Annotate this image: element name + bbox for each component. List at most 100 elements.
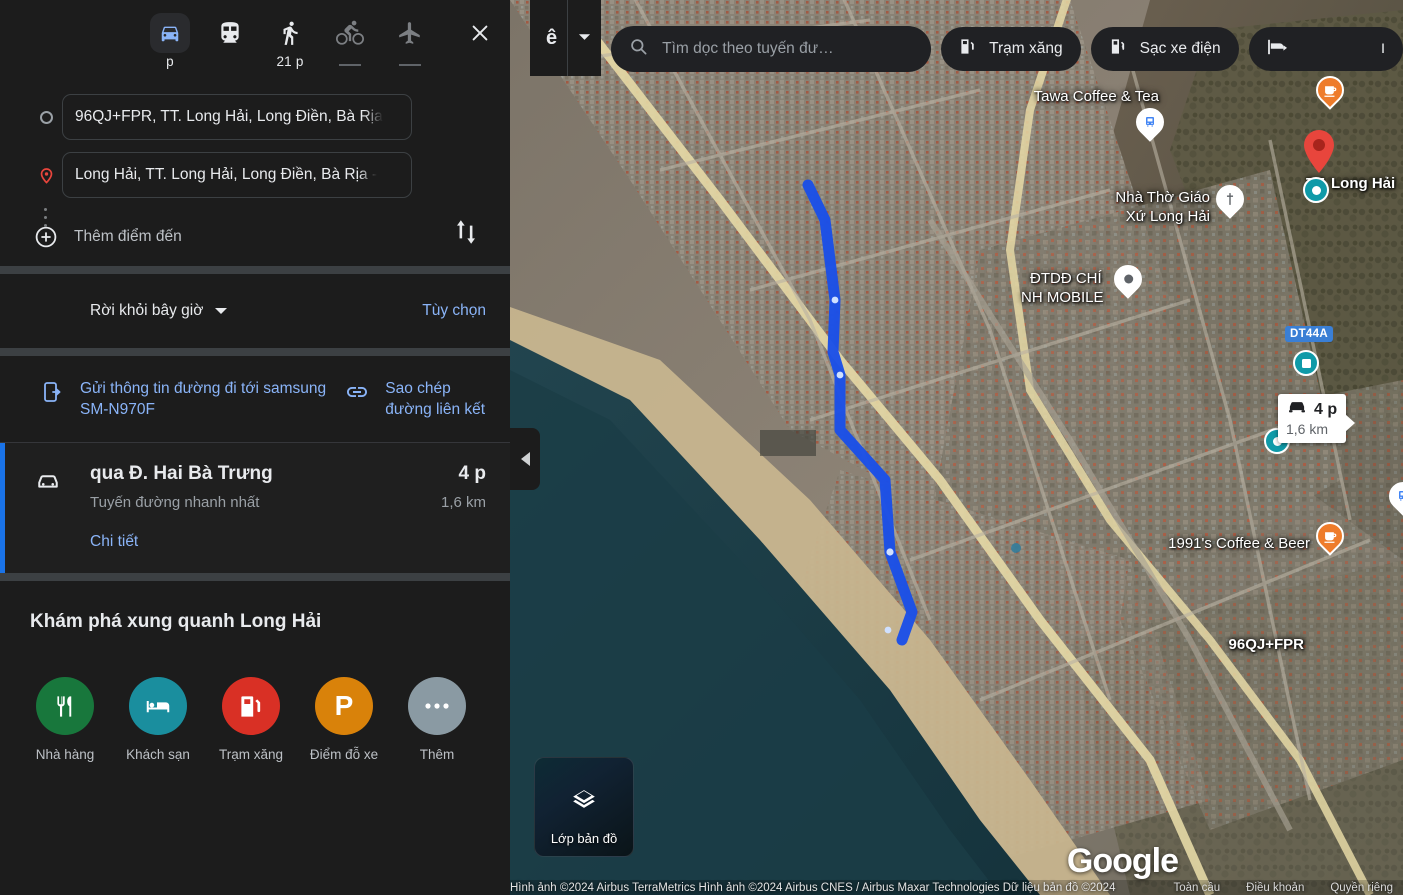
explore-chip-more-label: Thêm: [419, 747, 455, 762]
hotel-bed-icon: [1267, 38, 1289, 61]
route-details-link[interactable]: Chi tiết: [90, 533, 441, 551]
chevron-down-icon[interactable]: [578, 29, 591, 47]
chevron-left-icon: [520, 452, 530, 466]
travel-mode-flight-unavailable: [399, 64, 421, 66]
map-chip-gas-station-label: Trạm xăng: [989, 40, 1063, 57]
travel-mode-transit[interactable]: [200, 10, 260, 54]
swap-endpoints-button[interactable]: [446, 212, 486, 252]
travel-mode-flight[interactable]: [380, 10, 440, 66]
route-dots-decoration: [44, 208, 47, 227]
explore-chip-hotels-label: Khách sạn: [126, 747, 190, 762]
map-chip-gas-station[interactable]: Trạm xăng: [941, 27, 1081, 71]
google-watermark: Google: [1066, 842, 1179, 880]
destination-input[interactable]: Long Hải, TT. Long Hải, Long Điền, Bà Rị…: [62, 152, 412, 198]
footer-link-global[interactable]: Toàn cầu: [1173, 882, 1220, 894]
explore-chip-row: Nhà hàng Khách sạn Trạm xăng P Điểm đỗ x…: [30, 677, 510, 762]
endpoints-section: 96QJ+FPR, TT. Long Hải, Long Điền, Bà Rị…: [0, 84, 510, 266]
route-result-card[interactable]: qua Đ. Hai Bà Trưng Tuyến đường nhanh nh…: [0, 443, 510, 573]
poi-marker-cafe[interactable]: [1310, 70, 1350, 110]
poi-marker-transit[interactable]: [1293, 350, 1319, 376]
copy-link-label: Sao chép đường liên kết: [385, 380, 486, 418]
chevron-down-icon: [215, 308, 228, 314]
route-bubble-duration: 4 p: [1314, 400, 1338, 418]
car-icon: [5, 463, 90, 551]
car-icon: [150, 10, 190, 56]
layers-icon: [571, 788, 597, 819]
map-label: Nhà Thờ Giáo: [1115, 189, 1210, 206]
explore-chip-parking[interactable]: P Điểm đỗ xe: [309, 677, 379, 762]
explore-chip-parking-label: Điểm đỗ xe: [309, 747, 379, 762]
route-options-link[interactable]: Tùy chọn: [422, 302, 486, 320]
travel-mode-cycling-unavailable: [339, 64, 361, 66]
gas-station-icon: [959, 37, 978, 61]
search-along-route-input[interactable]: Tìm dọc theo tuyến đư…: [611, 26, 932, 72]
origin-input-value: 96QJ+FPR, TT. Long Hải, Long Điền, Bà Rị…: [75, 108, 383, 125]
close-directions-button[interactable]: [450, 10, 510, 56]
explore-chip-restaurants[interactable]: Nhà hàng: [30, 677, 100, 762]
destination-map-pin[interactable]: [1296, 127, 1342, 187]
route-subtitle: Tuyến đường nhanh nhất: [90, 494, 260, 511]
gas-icon: [222, 677, 280, 735]
map-chip-ev-charging[interactable]: Sạc xe điện: [1090, 27, 1239, 71]
collapse-sidebar-button[interactable]: [510, 428, 540, 490]
send-to-phone-icon: [40, 378, 66, 409]
route-metrics: 4 p 1,6 km: [441, 463, 486, 551]
poi-marker-bus-stop[interactable]: [1383, 476, 1403, 516]
poi-marker-shop[interactable]: [1108, 259, 1148, 299]
plane-icon: [397, 10, 423, 56]
link-icon: [345, 378, 371, 409]
send-to-phone-button[interactable]: Gửi thông tin đường đi tới samsung SM-N9…: [18, 378, 341, 420]
add-destination-button[interactable]: Thêm điểm đến: [0, 208, 510, 266]
explore-chip-more[interactable]: Thêm: [402, 677, 472, 762]
maps-app: p 21 p 96QJ+FPR, TT. Long Hải, Long Điền…: [0, 0, 1403, 895]
map-canvas[interactable]: ê Tìm dọc theo tuyến đư… Trạm xăng Sạc x…: [510, 0, 1403, 895]
explore-chip-gas[interactable]: Trạm xăng: [216, 677, 286, 762]
parking-icon: P: [315, 677, 373, 735]
route-bubble-distance: 1,6 km: [1286, 421, 1329, 437]
explore-chip-hotels[interactable]: Khách sạn: [123, 677, 193, 762]
poi-marker-church[interactable]: [1210, 179, 1250, 219]
destination-input-value: Long Hải, TT. Long Hải, Long Điền, Bà Rị…: [75, 166, 378, 183]
more-icon: [408, 677, 466, 735]
route-title: qua Đ. Hai Bà Trưng: [90, 463, 273, 484]
ev-charge-icon: [1109, 37, 1129, 61]
origin-circle-icon: [30, 110, 62, 124]
bubble-pointer: [1345, 414, 1356, 432]
map-chip-hotels-label: ו: [1380, 40, 1385, 57]
send-to-phone-label: Gửi thông tin đường đi tới samsung SM-N9…: [80, 380, 327, 418]
copy-link-button[interactable]: Sao chép đường liên kết: [345, 378, 492, 420]
plus-circle-icon: [30, 225, 62, 249]
travel-mode-bar: p 21 p: [0, 0, 510, 84]
map-label: Tawa Coffee & Tea: [1033, 88, 1159, 105]
map-chip-ev-charging-label: Sạc xe điện: [1139, 40, 1221, 57]
map-layers-button[interactable]: Lớp bản đồ: [534, 757, 634, 857]
explore-nearby-section: Khám phá xung quanh Long Hải Nhà hàng Kh…: [0, 581, 510, 762]
origin-row: 96QJ+FPR, TT. Long Hải, Long Điền, Bà Rị…: [0, 92, 510, 142]
travel-mode-walking[interactable]: 21 p: [260, 10, 320, 69]
train-icon: [217, 10, 243, 56]
footer-link-privacy[interactable]: Quyền riêng: [1330, 882, 1393, 894]
map-layers-label: Lớp bản đồ: [550, 831, 618, 846]
restaurant-icon: [36, 677, 94, 735]
travel-mode-cycling[interactable]: [320, 10, 380, 66]
poi-marker-cafe[interactable]: [1310, 516, 1350, 556]
departure-time-selector[interactable]: Rời khỏi bây giờ: [90, 302, 228, 320]
footer-link-terms[interactable]: Điều khoản: [1246, 882, 1304, 894]
explore-chip-gas-label: Trạm xăng: [218, 747, 284, 762]
bicycle-icon: [336, 10, 364, 56]
origin-input[interactable]: 96QJ+FPR, TT. Long Hải, Long Điền, Bà Rị…: [62, 94, 412, 140]
departure-time-label: Rời khỏi bây giờ: [90, 302, 204, 319]
language-selector[interactable]: ê: [530, 0, 602, 76]
hotel-icon: [129, 677, 187, 735]
poi-marker-bus-stop[interactable]: [1130, 102, 1170, 142]
footer-links: Toàn cầu Điều khoản Quyền riêng: [1173, 882, 1403, 894]
share-row: Gửi thông tin đường đi tới samsung SM-N9…: [0, 356, 510, 442]
divider: [0, 348, 510, 356]
map-label: Xứ Long Hải: [1125, 208, 1210, 225]
language-badge: ê: [546, 26, 558, 49]
route-duration: 4 p: [458, 463, 486, 484]
map-chip-hotels[interactable]: ו: [1248, 27, 1403, 71]
route-duration-bubble[interactable]: 4 p 1,6 km: [1278, 394, 1356, 443]
travel-mode-driving-label: p: [166, 54, 174, 69]
travel-mode-driving[interactable]: p: [140, 10, 200, 69]
